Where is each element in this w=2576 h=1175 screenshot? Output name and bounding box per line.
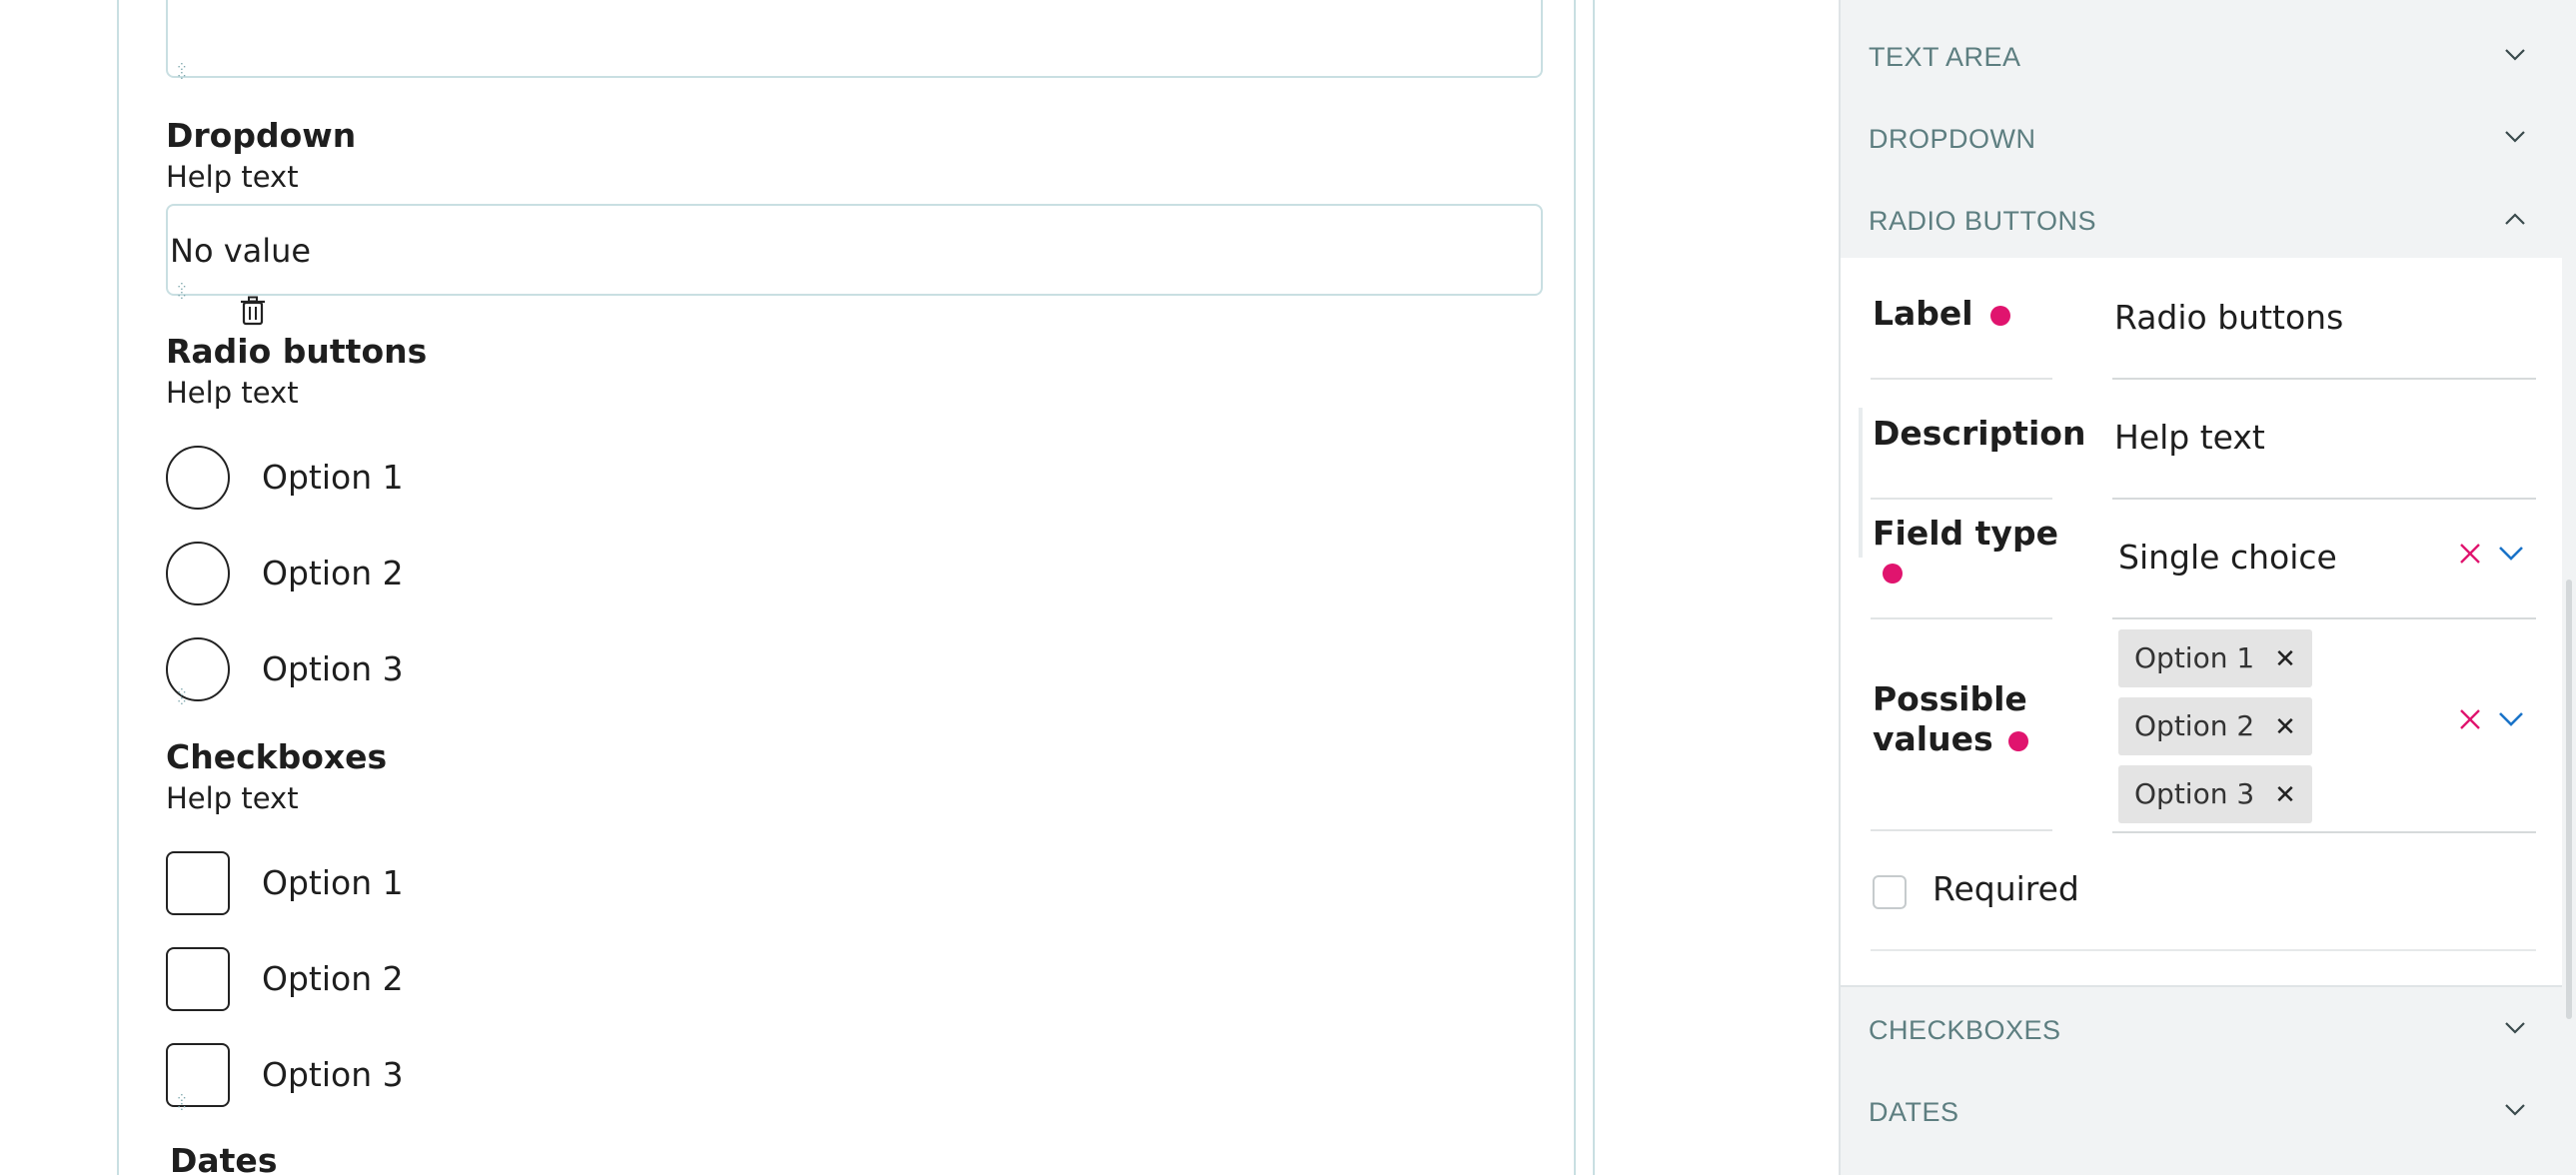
required-indicator — [2008, 730, 2029, 751]
possible-values-label-line-2: values — [1873, 719, 2029, 759]
checkbox-option-1[interactable] — [166, 851, 230, 915]
divider — [1871, 617, 2052, 619]
close-icon[interactable] — [2458, 542, 2482, 566]
section-header-radio-buttons[interactable]: RADIO BUTTONS — [1869, 198, 2526, 248]
description-input[interactable]: Help text — [2114, 418, 2265, 457]
section-title: CHECKBOXES — [1869, 1015, 2061, 1045]
possible-values-label-text: values — [1873, 719, 1993, 758]
dropdown-select[interactable]: No value — [166, 204, 1543, 296]
checkbox-option-2[interactable] — [166, 947, 230, 1011]
section-title: TEXT AREA — [1869, 42, 2021, 72]
input-underline — [2112, 617, 2536, 619]
field-type-label: Field type — [1873, 514, 2058, 553]
label-field-label-text: Label — [1873, 294, 1973, 333]
chevron-down-icon — [2505, 1104, 2525, 1116]
close-icon[interactable] — [2458, 707, 2482, 731]
input-underline — [2112, 378, 2536, 380]
chevron-down-icon — [2505, 49, 2525, 61]
checkbox-option-label: Option 1 — [262, 863, 404, 902]
drag-handle-icon[interactable]: ⁘ ⁘ — [176, 281, 194, 310]
chip-label: Option 1 — [2134, 641, 2255, 674]
drag-handle-icon[interactable]: ⁘ ⁘ — [176, 686, 194, 715]
radio-option-label: Option 3 — [262, 649, 404, 688]
description-field-label: Description — [1873, 414, 2086, 453]
dropdown-help-text: Help text — [166, 160, 299, 194]
required-indicator — [1990, 305, 2011, 326]
text-area-input[interactable] — [166, 0, 1543, 78]
radio-option-1[interactable] — [166, 446, 230, 510]
divider — [1871, 949, 2536, 951]
radio-option-label: Option 1 — [262, 458, 404, 497]
radio-field-title: Radio buttons — [166, 332, 428, 371]
label-input[interactable]: Radio buttons — [2114, 298, 2343, 337]
chevron-down-icon[interactable] — [2498, 546, 2524, 562]
dropdown-field-title: Dropdown — [166, 116, 357, 155]
chevron-down-icon — [2505, 1022, 2525, 1034]
checkboxes-field-title: Checkboxes — [166, 737, 388, 776]
checkbox-option-label: Option 2 — [262, 959, 404, 998]
section-header-dropdown[interactable]: DROPDOWN — [1869, 116, 2526, 166]
divider — [1871, 498, 2052, 500]
required-checkbox[interactable] — [1873, 875, 1907, 909]
row-accent-bar — [1859, 408, 1863, 558]
chevron-up-icon — [2505, 213, 2525, 225]
section-header-text-area[interactable]: TEXT AREA — [1869, 34, 2526, 84]
required-indicator — [1883, 564, 1903, 584]
dropdown-value: No value — [170, 232, 312, 270]
section-header-dates[interactable]: DATES — [1869, 1089, 2526, 1139]
drag-handle-icon[interactable]: ⁘ ⁘ — [176, 1092, 194, 1121]
section-title: RADIO BUTTONS — [1869, 206, 2097, 236]
chip-remove-icon[interactable]: ✕ — [2274, 712, 2296, 742]
possible-values-label: Possible values — [1873, 679, 2029, 759]
radio-option-label: Option 2 — [262, 554, 404, 592]
radio-option-2[interactable] — [166, 542, 230, 605]
input-underline — [2112, 831, 2536, 833]
possible-values-label-line-1: Possible — [1873, 679, 2027, 718]
panel-scrollbar[interactable] — [2562, 0, 2576, 1175]
section-title: DROPDOWN — [1869, 124, 2036, 154]
radio-help-text: Help text — [166, 376, 299, 410]
value-chip: Option 2 ✕ — [2118, 697, 2312, 755]
chip-remove-icon[interactable]: ✕ — [2274, 780, 2296, 810]
checkboxes-help-text: Help text — [166, 781, 299, 815]
section-title: DATES — [1869, 1097, 1959, 1127]
input-underline — [2112, 498, 2536, 500]
dates-field-title: Dates — [170, 1141, 278, 1175]
drag-handle-icon[interactable]: ⁘ ⁘ — [176, 61, 194, 90]
chevron-down-icon[interactable] — [2498, 711, 2524, 727]
divider — [1871, 829, 2052, 831]
radio-buttons-settings: Label Radio buttons Description Help tex… — [1841, 258, 2562, 987]
chip-remove-icon[interactable]: ✕ — [2274, 644, 2296, 674]
trash-icon[interactable] — [240, 296, 266, 326]
chip-label: Option 3 — [2134, 777, 2255, 810]
required-label[interactable]: Required — [1932, 869, 2079, 908]
divider — [1871, 378, 2052, 380]
section-header-checkboxes[interactable]: CHECKBOXES — [1869, 1007, 2526, 1057]
page-guide-line — [1593, 0, 1595, 1175]
field-type-select[interactable]: Single choice — [2118, 538, 2337, 577]
label-field-label: Label — [1873, 294, 2011, 333]
value-chip: Option 1 ✕ — [2118, 629, 2312, 687]
checkbox-option-label: Option 3 — [262, 1055, 404, 1094]
scrollbar-thumb[interactable] — [2566, 580, 2572, 1019]
chip-label: Option 2 — [2134, 709, 2255, 742]
form-canvas: ⁘ ⁘ Dropdown Help text No value ⁘ ⁘ Radio … — [0, 0, 1839, 1175]
chevron-down-icon — [2505, 131, 2525, 143]
value-chip: Option 3 ✕ — [2118, 765, 2312, 823]
